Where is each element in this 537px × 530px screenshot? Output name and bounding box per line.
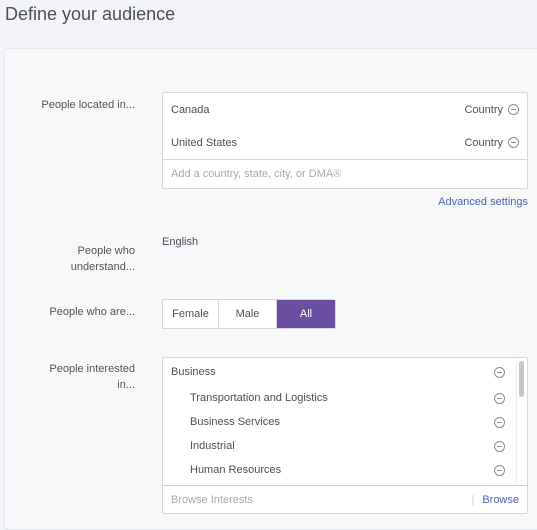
location-type: Country (464, 136, 503, 149)
advanced-settings-link[interactable]: Advanced settings (438, 196, 528, 208)
interest-item: Business Services (163, 410, 527, 434)
location-label: People located in... (41, 99, 135, 111)
interest-name: Business (171, 366, 216, 378)
browse-placeholder: Browse Interests (171, 493, 253, 506)
gender-selector: Female Male All (162, 299, 336, 329)
location-placeholder: Add a country, state, city, or DMA® (171, 168, 342, 180)
location-name: Canada (171, 103, 210, 116)
page-title: Define your audience (5, 4, 176, 24)
location-box: Canada Country United States Country Add a… (162, 92, 528, 189)
remove-icon[interactable] (494, 366, 505, 378)
gender-label: People who are... (49, 306, 135, 318)
interests-label: People interested in... (49, 363, 135, 391)
interest-item: Business (163, 358, 527, 386)
location-input[interactable]: Add a country, state, city, or DMA® (163, 159, 527, 188)
remove-icon[interactable] (494, 416, 505, 428)
scrollbar-track[interactable] (516, 358, 527, 485)
interest-item: Transportation and Logistics (163, 386, 527, 410)
interests-list: Business Transportation and Logistics Bu… (163, 358, 527, 485)
remove-icon[interactable] (494, 440, 505, 452)
remove-icon[interactable] (508, 104, 519, 115)
location-name: United States (171, 136, 238, 149)
interest-name: Human Resources (190, 464, 282, 476)
divider: | (471, 493, 475, 506)
interest-item: Industrial (163, 434, 527, 458)
interest-name: Industrial (190, 440, 235, 452)
remove-icon[interactable] (508, 137, 519, 148)
interest-item: Human Resources (163, 458, 527, 482)
interest-name: Transportation and Logistics (190, 392, 328, 404)
location-item: Canada Country (163, 93, 527, 126)
language-label: People who understand... (70, 245, 135, 273)
scrollbar-thumb[interactable] (519, 361, 524, 397)
language-value[interactable]: English (162, 236, 198, 248)
location-type: Country (464, 103, 503, 116)
browse-interests-input[interactable]: Browse Interests | Browse (163, 485, 527, 513)
browse-link[interactable]: Browse (482, 494, 519, 506)
gender-female-button[interactable]: Female (163, 300, 219, 328)
gender-all-button[interactable]: All (277, 300, 335, 328)
interest-name: Business Services (190, 416, 280, 428)
remove-icon[interactable] (494, 464, 505, 476)
interests-box: Business Transportation and Logistics Bu… (162, 357, 528, 514)
location-item: United States Country (163, 126, 527, 159)
gender-male-button[interactable]: Male (219, 300, 277, 328)
remove-icon[interactable] (494, 392, 505, 404)
